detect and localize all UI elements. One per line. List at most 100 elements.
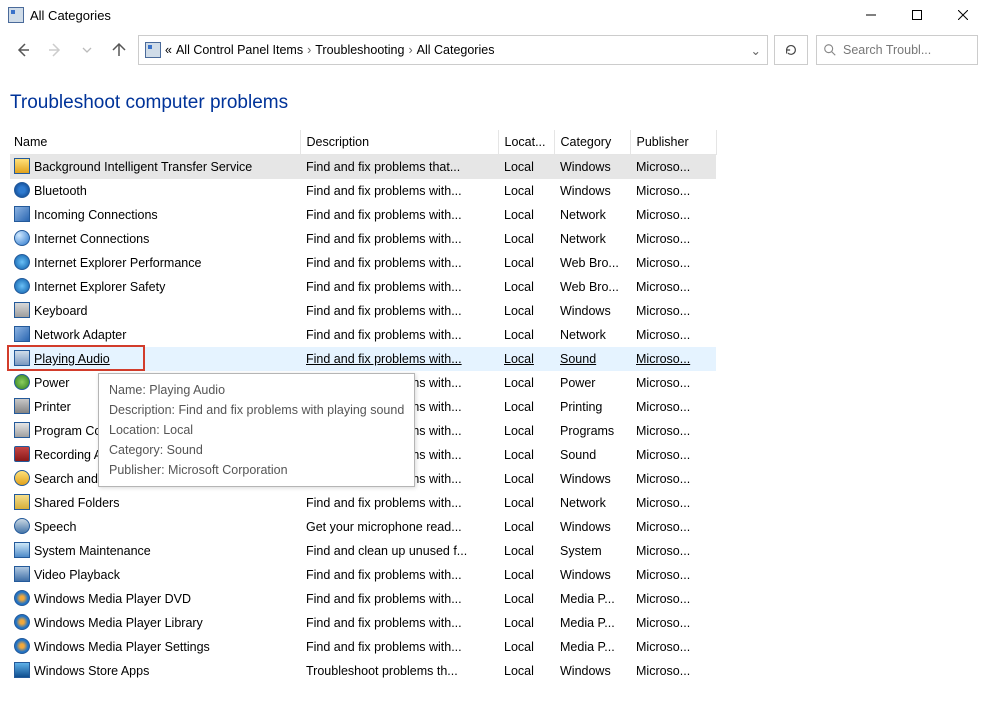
col-publisher[interactable]: Publisher bbox=[630, 130, 716, 155]
toolbar: « All Control Panel Items › Troubleshoot… bbox=[0, 30, 986, 70]
table-row[interactable]: BluetoothFind and fix problems with...Lo… bbox=[10, 179, 716, 203]
cell-publisher: Microso... bbox=[630, 515, 716, 539]
app-icon bbox=[8, 7, 24, 23]
cell-publisher: Microso... bbox=[630, 491, 716, 515]
row-name: Internet Explorer Safety bbox=[34, 280, 165, 294]
row-icon bbox=[14, 398, 30, 414]
row-icon bbox=[14, 470, 30, 486]
cell-category: Windows bbox=[554, 155, 630, 180]
table-row[interactable]: SpeechGet your microphone read...LocalWi… bbox=[10, 515, 716, 539]
tooltip-line: Category: Sound bbox=[109, 440, 404, 460]
cell-location: Local bbox=[498, 587, 554, 611]
row-icon bbox=[14, 614, 30, 630]
cell-location: Local bbox=[498, 539, 554, 563]
recent-locations-button[interactable] bbox=[72, 36, 102, 64]
address-bar[interactable]: « All Control Panel Items › Troubleshoot… bbox=[138, 35, 768, 65]
cell-category: Windows bbox=[554, 515, 630, 539]
table-row[interactable]: Internet ConnectionsFind and fix problem… bbox=[10, 227, 716, 251]
maximize-button[interactable] bbox=[894, 0, 940, 30]
cell-location: Local bbox=[498, 611, 554, 635]
row-name: Windows Store Apps bbox=[34, 664, 149, 678]
table-row[interactable]: Windows Media Player SettingsFind and fi… bbox=[10, 635, 716, 659]
table-row[interactable]: Background Intelligent Transfer ServiceF… bbox=[10, 155, 716, 180]
cell-location: Local bbox=[498, 515, 554, 539]
cell-name: Internet Explorer Safety bbox=[10, 275, 300, 299]
row-icon bbox=[14, 374, 30, 390]
minimize-button[interactable] bbox=[848, 0, 894, 30]
cell-name: Background Intelligent Transfer Service bbox=[10, 155, 300, 180]
up-button[interactable] bbox=[104, 36, 134, 64]
search-placeholder: Search Troubl... bbox=[843, 43, 931, 57]
refresh-button[interactable] bbox=[774, 35, 808, 65]
row-name: Internet Explorer Performance bbox=[34, 256, 201, 270]
cell-description: Find and fix problems with... bbox=[300, 563, 498, 587]
row-name: Shared Folders bbox=[34, 496, 119, 510]
cell-category: Network bbox=[554, 323, 630, 347]
table-row[interactable]: Shared FoldersFind and fix problems with… bbox=[10, 491, 716, 515]
row-icon bbox=[14, 350, 30, 366]
cell-name: Internet Explorer Performance bbox=[10, 251, 300, 275]
row-name: Playing Audio bbox=[34, 352, 110, 366]
cell-description: Find and fix problems with... bbox=[300, 251, 498, 275]
chevron-down-icon[interactable]: ⌄ bbox=[751, 43, 761, 58]
table-row[interactable]: System MaintenanceFind and clean up unus… bbox=[10, 539, 716, 563]
cell-name: Windows Media Player Library bbox=[10, 611, 300, 635]
cell-publisher: Microso... bbox=[630, 611, 716, 635]
row-name: System Maintenance bbox=[34, 544, 151, 558]
table-row[interactable]: Internet Explorer SafetyFind and fix pro… bbox=[10, 275, 716, 299]
cell-description: Find and fix problems with... bbox=[300, 587, 498, 611]
cell-location: Local bbox=[498, 371, 554, 395]
cell-name: Shared Folders bbox=[10, 491, 300, 515]
cell-description: Find and fix problems with... bbox=[300, 299, 498, 323]
table-row[interactable]: Windows Store Apps Troubleshoot problems … bbox=[10, 659, 716, 683]
col-name[interactable]: Name bbox=[10, 130, 300, 155]
cell-category: Web Bro... bbox=[554, 275, 630, 299]
table-row[interactable]: KeyboardFind and fix problems with...Loc… bbox=[10, 299, 716, 323]
col-description[interactable]: Description bbox=[300, 130, 498, 155]
table-row[interactable]: Network Adapter Find and fix problems wit… bbox=[10, 323, 716, 347]
row-icon bbox=[14, 446, 30, 462]
tooltip-line: Location: Local bbox=[109, 420, 404, 440]
col-location[interactable]: Locat... bbox=[498, 130, 554, 155]
breadcrumb-item[interactable]: Troubleshooting bbox=[315, 43, 404, 57]
table-row[interactable]: Incoming ConnectionsFind and fix problem… bbox=[10, 203, 716, 227]
search-input[interactable]: Search Troubl... bbox=[816, 35, 978, 65]
row-icon bbox=[14, 542, 30, 558]
cell-name: Windows Media Player Settings bbox=[10, 635, 300, 659]
cell-name: Windows Store Apps bbox=[10, 659, 300, 683]
cell-category: Network bbox=[554, 203, 630, 227]
cell-publisher: Microso... bbox=[630, 371, 716, 395]
cell-name: Internet Connections bbox=[10, 227, 300, 251]
cell-location: Local bbox=[498, 251, 554, 275]
cell-location: Local bbox=[498, 659, 554, 683]
table-row[interactable]: Video PlaybackFind and fix problems with… bbox=[10, 563, 716, 587]
cell-publisher: Microso... bbox=[630, 299, 716, 323]
cell-description: Find and fix problems with... bbox=[300, 323, 498, 347]
back-button[interactable] bbox=[8, 36, 38, 64]
table-row[interactable]: Internet Explorer Performance Find and fi… bbox=[10, 251, 716, 275]
close-button[interactable] bbox=[940, 0, 986, 30]
table-row[interactable]: Windows Media Player DVDFind and fix pro… bbox=[10, 587, 716, 611]
row-icon bbox=[14, 230, 30, 246]
table-row[interactable]: Playing AudioFind and fix problems with.… bbox=[10, 347, 716, 371]
row-name: Network Adapter bbox=[34, 328, 126, 342]
cell-description: Troubleshoot problems th... bbox=[300, 659, 498, 683]
table-row[interactable]: Windows Media Player LibraryFind and fix… bbox=[10, 611, 716, 635]
row-icon bbox=[14, 182, 30, 198]
breadcrumb-item[interactable]: All Categories bbox=[417, 43, 495, 57]
cell-publisher: Microso... bbox=[630, 227, 716, 251]
cell-category: System bbox=[554, 539, 630, 563]
row-icon bbox=[14, 206, 30, 222]
row-name: Speech bbox=[34, 520, 76, 534]
cell-description: Find and fix problems that... bbox=[300, 155, 498, 180]
breadcrumb-item[interactable]: All Control Panel Items bbox=[176, 43, 303, 57]
cell-name: Keyboard bbox=[10, 299, 300, 323]
row-name: Bluetooth bbox=[34, 184, 87, 198]
col-category[interactable]: Category bbox=[554, 130, 630, 155]
window-title: All Categories bbox=[30, 8, 111, 23]
forward-button[interactable] bbox=[40, 36, 70, 64]
row-icon bbox=[14, 326, 30, 342]
cell-publisher: Microso... bbox=[630, 563, 716, 587]
row-icon bbox=[14, 302, 30, 318]
cell-category: Windows bbox=[554, 659, 630, 683]
